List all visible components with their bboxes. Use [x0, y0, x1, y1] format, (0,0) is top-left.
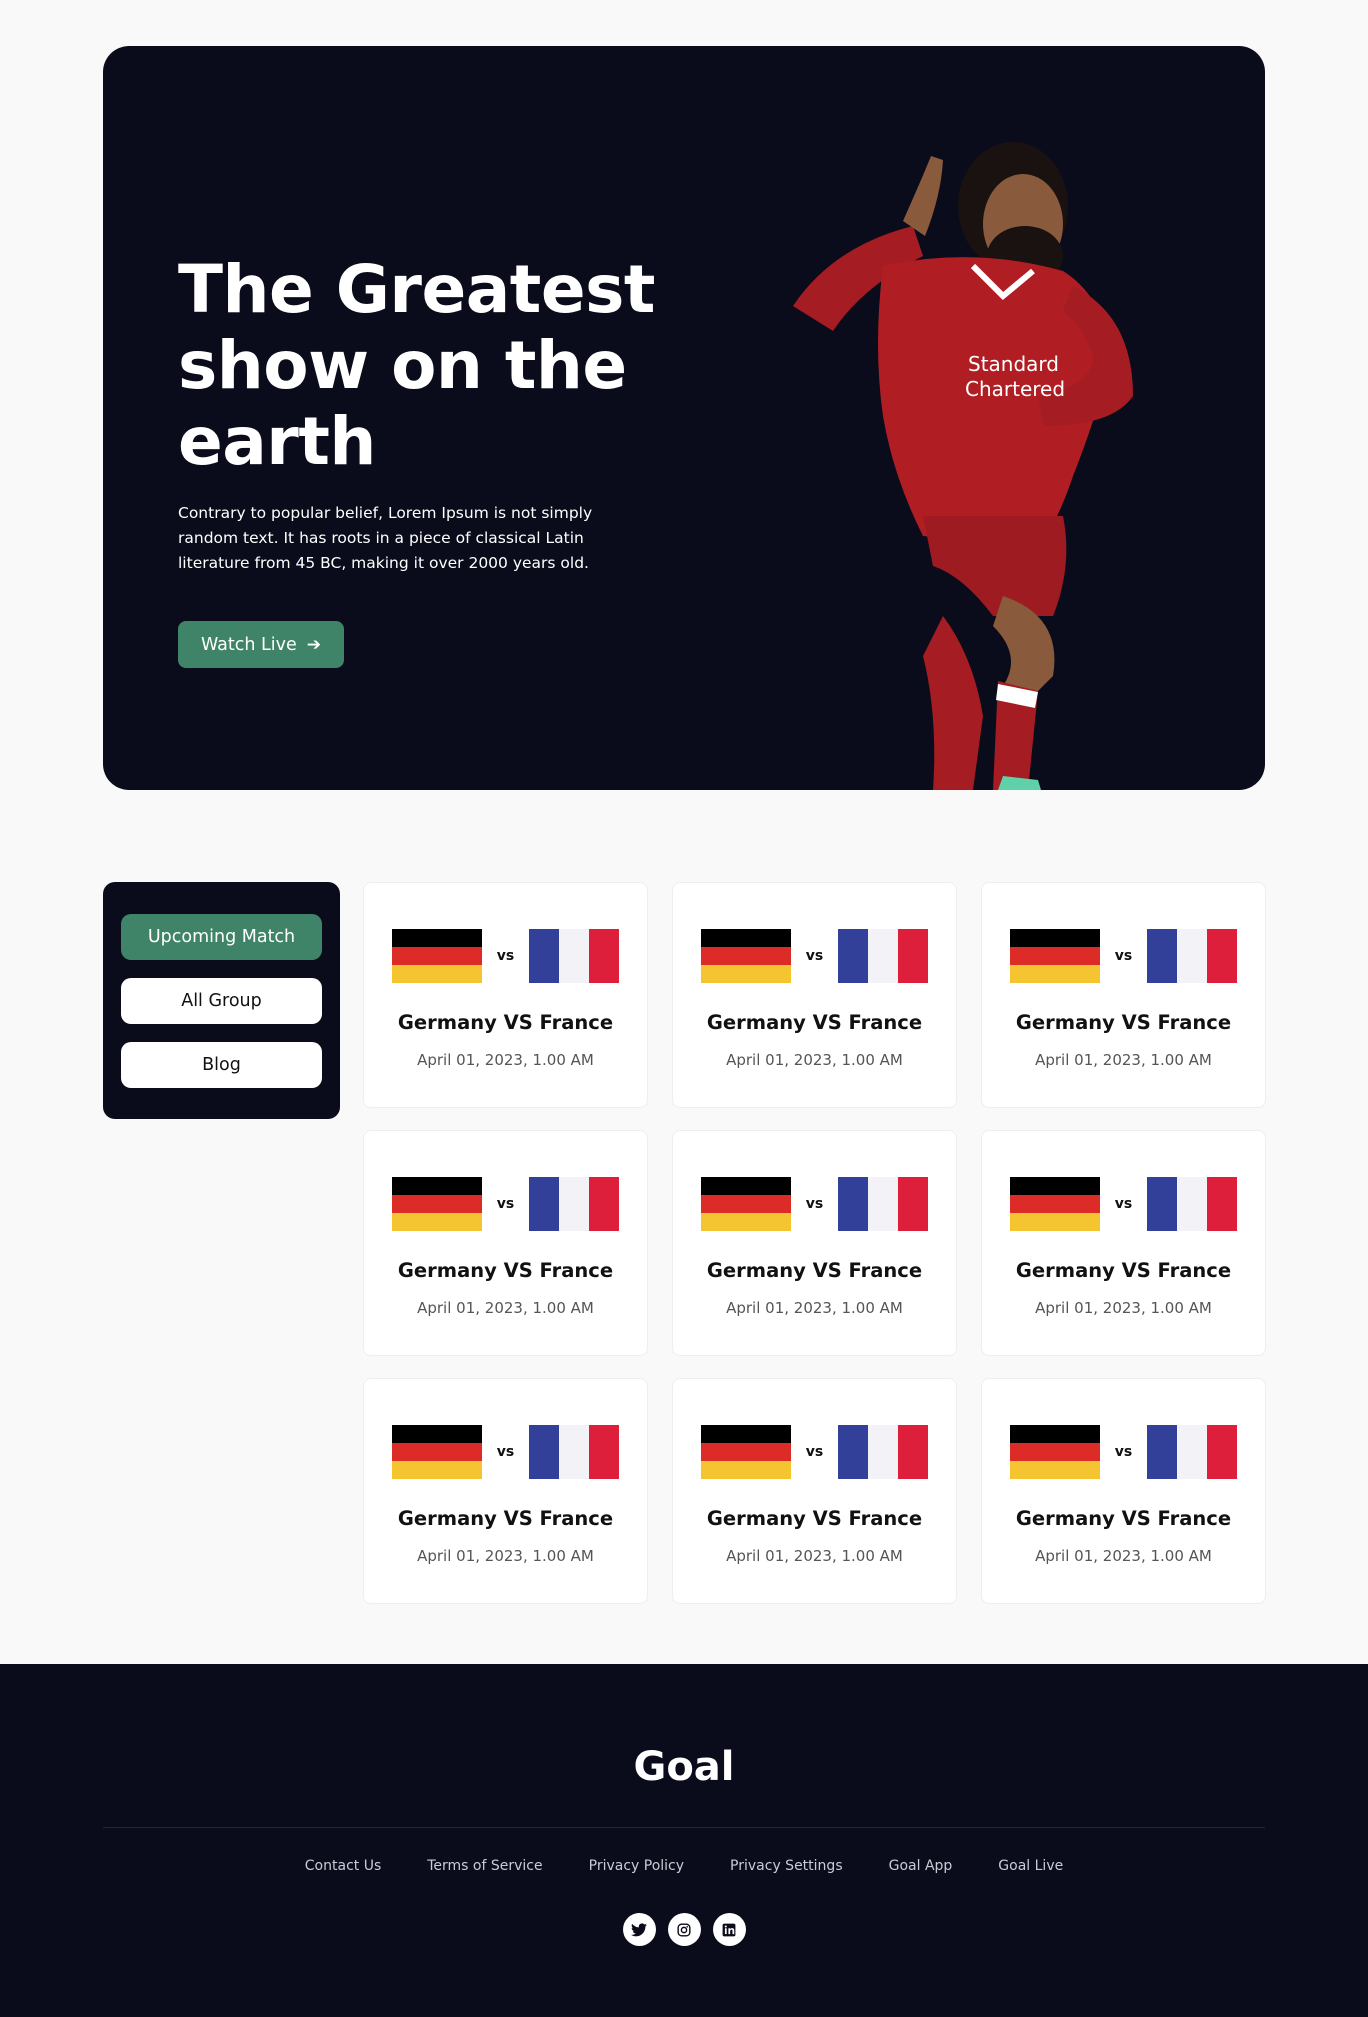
- match-flags: vs: [701, 929, 928, 983]
- footer-link-terms[interactable]: Terms of Service: [427, 1858, 542, 1874]
- match-flags: vs: [701, 1177, 928, 1231]
- match-card[interactable]: vs Germany VS France April 01, 2023, 1.00 …: [363, 1130, 648, 1356]
- social-links: [0, 1913, 1368, 1946]
- svg-text:Standard: Standard: [968, 352, 1059, 376]
- france-flag-icon: [1147, 1425, 1237, 1479]
- match-title: Germany VS France: [397, 1507, 614, 1530]
- match-date: April 01, 2023, 1.00 AM: [417, 1051, 594, 1069]
- germany-flag-icon: [701, 1177, 791, 1231]
- match-flags: vs: [1010, 929, 1237, 983]
- blog-button[interactable]: Blog: [121, 1042, 322, 1088]
- footer-link-privacy-settings[interactable]: Privacy Settings: [730, 1858, 843, 1874]
- match-date: April 01, 2023, 1.00 AM: [726, 1299, 903, 1317]
- match-card[interactable]: vs Germany VS France April 01, 2023, 1.00 …: [363, 1378, 648, 1604]
- hero-description: Contrary to popular belief, Lorem Ipsum …: [178, 504, 593, 572]
- france-flag-icon: [838, 929, 928, 983]
- match-card[interactable]: vs Germany VS France April 01, 2023, 1.00 …: [672, 1130, 957, 1356]
- match-date: April 01, 2023, 1.00 AM: [726, 1547, 903, 1565]
- france-flag-icon: [529, 1177, 619, 1231]
- france-flag-icon: [529, 929, 619, 983]
- match-date: April 01, 2023, 1.00 AM: [1035, 1547, 1212, 1565]
- hero-banner: The Greatest show on the earth Contrary …: [103, 46, 1265, 790]
- watch-live-label: Watch Live: [200, 634, 297, 655]
- match-flags: vs: [392, 929, 619, 983]
- footer-link-contact[interactable]: Contact Us: [305, 1858, 381, 1874]
- germany-flag-icon: [1010, 1177, 1100, 1231]
- france-flag-icon: [838, 1177, 928, 1231]
- all-group-button[interactable]: All Group: [121, 978, 322, 1024]
- vs-label: vs: [496, 1196, 515, 1212]
- match-title: Germany VS France: [706, 1011, 923, 1034]
- player-image: Standard Chartered: [793, 142, 1133, 790]
- france-flag-icon: [529, 1425, 619, 1479]
- linkedin-icon[interactable]: [712, 1913, 746, 1946]
- match-title: Germany VS France: [1015, 1507, 1232, 1530]
- vs-label: vs: [496, 948, 515, 964]
- match-date: April 01, 2023, 1.00 AM: [726, 1051, 903, 1069]
- match-flags: vs: [701, 1425, 928, 1479]
- footer-logo: Goal: [633, 1744, 735, 1790]
- germany-flag-icon: [392, 1177, 482, 1231]
- match-title: Germany VS France: [706, 1259, 923, 1282]
- match-title: Germany VS France: [1015, 1259, 1232, 1282]
- germany-flag-icon: [701, 1425, 791, 1479]
- vs-label: vs: [1114, 1444, 1133, 1460]
- footer-link-goal-live[interactable]: Goal Live: [998, 1858, 1063, 1874]
- upcoming-match-button[interactable]: Upcoming Match: [121, 914, 322, 960]
- match-card[interactable]: vs Germany VS France April 01, 2023, 1.00 …: [672, 882, 957, 1108]
- match-title: Germany VS France: [1015, 1011, 1232, 1034]
- vs-label: vs: [1114, 948, 1133, 964]
- germany-flag-icon: [1010, 1425, 1100, 1479]
- vs-label: vs: [805, 1444, 824, 1460]
- footer-link-goal-app[interactable]: Goal App: [889, 1858, 953, 1874]
- match-date: April 01, 2023, 1.00 AM: [417, 1547, 594, 1565]
- footer-link-privacy-policy[interactable]: Privacy Policy: [589, 1858, 684, 1874]
- match-date: April 01, 2023, 1.00 AM: [1035, 1051, 1212, 1069]
- match-title: Germany VS France: [397, 1011, 614, 1034]
- match-card[interactable]: vs Germany VS France April 01, 2023, 1.00 …: [981, 882, 1266, 1108]
- twitter-icon[interactable]: [622, 1913, 656, 1946]
- match-flags: vs: [392, 1425, 619, 1479]
- footer-links: Contact Us Terms of Service Privacy Poli…: [0, 1858, 1368, 1874]
- match-flags: vs: [1010, 1425, 1237, 1479]
- vs-label: vs: [1114, 1196, 1133, 1212]
- france-flag-icon: [838, 1425, 928, 1479]
- vs-label: vs: [805, 948, 824, 964]
- vs-label: vs: [805, 1196, 824, 1212]
- match-flags: vs: [1010, 1177, 1237, 1231]
- watch-live-button[interactable]: Watch Live ➔: [178, 621, 344, 668]
- instagram-icon[interactable]: [667, 1913, 701, 1946]
- match-date: April 01, 2023, 1.00 AM: [1035, 1299, 1212, 1317]
- match-title: Germany VS France: [706, 1507, 923, 1530]
- match-category-sidebar: Upcoming Match All Group Blog: [103, 882, 340, 1119]
- germany-flag-icon: [392, 929, 482, 983]
- arrow-right-icon: ➔: [306, 634, 322, 655]
- germany-flag-icon: [1010, 929, 1100, 983]
- match-card[interactable]: vs Germany VS France April 01, 2023, 1.00 …: [981, 1378, 1266, 1604]
- footer-divider: [103, 1827, 1265, 1828]
- match-date: April 01, 2023, 1.00 AM: [417, 1299, 594, 1317]
- vs-label: vs: [496, 1444, 515, 1460]
- france-flag-icon: [1147, 1177, 1237, 1231]
- match-card[interactable]: vs Germany VS France April 01, 2023, 1.00 …: [672, 1378, 957, 1604]
- footer: Goal Contact Us Terms of Service Privacy…: [0, 1664, 1368, 2017]
- germany-flag-icon: [701, 929, 791, 983]
- match-card[interactable]: vs Germany VS France April 01, 2023, 1.00 …: [363, 882, 648, 1108]
- hero-title: The Greatest show on the earth: [178, 251, 655, 480]
- svg-text:Chartered: Chartered: [965, 377, 1065, 401]
- germany-flag-icon: [392, 1425, 482, 1479]
- match-flags: vs: [392, 1177, 619, 1231]
- france-flag-icon: [1147, 929, 1237, 983]
- match-card[interactable]: vs Germany VS France April 01, 2023, 1.00 …: [981, 1130, 1266, 1356]
- match-title: Germany VS France: [397, 1259, 614, 1282]
